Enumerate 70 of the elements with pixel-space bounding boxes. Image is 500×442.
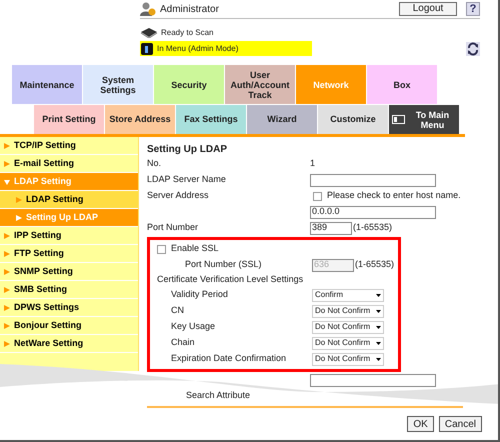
field-value: 1 [310,157,316,170]
field-label: Chain [170,336,196,350]
field-label: CN [170,304,185,318]
caret-right-icon [4,286,10,292]
caret-right-icon [16,214,22,220]
checkbox[interactable] [157,244,166,254]
dropdown[interactable]: Do Not Confirm [312,320,384,334]
logout-button[interactable]: Logout [399,2,457,16]
refresh-icon[interactable] [466,42,480,56]
page-title: Setting Up LDAP [147,143,228,156]
field-label: Server Address [147,189,210,202]
sub-tab[interactable]: Store Address [105,105,175,134]
user-icon [140,2,156,16]
nav-tab[interactable]: System Settings [83,65,153,104]
printer-icon [140,42,154,56]
port-field[interactable]: 389 [310,222,352,234]
field-label: Validity Period [170,288,229,302]
caret-right-icon [4,268,10,274]
caret-down-icon [376,294,381,296]
sidebar-item[interactable]: LDAP Setting [0,191,138,209]
caret-right-icon [4,142,10,148]
nav-tab[interactable]: Maintenance [12,65,82,104]
ok-button[interactable]: OK [407,416,434,432]
window-icon [392,115,405,124]
caret-down-icon [376,310,381,312]
checkbox[interactable] [313,192,322,200]
input-field[interactable] [310,374,436,386]
section-heading: Certificate Verification Level Settings [157,273,304,286]
field-label: Search Attribute [186,389,250,402]
cancel-button[interactable]: Cancel [438,416,482,432]
range-hint: (1-65535) [353,221,392,234]
range-hint: (1-65535) [355,258,394,272]
dropdown[interactable]: Confirm [312,288,384,302]
sub-tab[interactable]: Print Setting [34,105,104,134]
main-menu-button[interactable]: To Main Menu [389,105,459,134]
field-label: Port Number [147,221,200,234]
input-field[interactable] [310,174,436,186]
caret-down-icon [376,326,381,328]
nav-tab[interactable]: Box [367,65,437,104]
caret-down-icon [4,178,10,184]
caret-right-icon [4,160,10,166]
sub-tab[interactable]: Fax Settings [176,105,246,134]
caret-right-icon [4,304,10,310]
input-field[interactable]: 0.0.0.0 [310,206,436,218]
nav-tab[interactable]: Security [154,65,224,104]
dropdown[interactable]: Do Not Confirm [312,352,384,366]
field-label: Key Usage [170,320,216,334]
status-text: Ready to Scan [161,27,214,39]
field-label: Port Number (SSL) [184,258,263,272]
user-name: Administrator [160,2,219,16]
sub-tab[interactable]: Customize [318,105,388,134]
checkbox-label: Please check to enter host name. [327,189,461,202]
nav-tab[interactable]: User Auth/Account Track [225,65,295,104]
caret-down-icon [376,358,381,360]
caret-right-icon [4,322,10,328]
field-label: LDAP Server Name [147,173,227,186]
sub-tab[interactable]: Wizard [247,105,317,134]
caret-right-icon [4,232,10,238]
mode-bar: In Menu (Admin Mode) [140,41,312,56]
scanner-icon [140,28,158,38]
caret-right-icon [4,340,10,346]
help-button[interactable]: ? [466,2,480,16]
field-label: Expiration Date Confirmation [170,352,288,366]
caret-down-icon [376,342,381,344]
caret-right-icon [4,250,10,256]
checkbox-label: Enable SSL [171,242,219,256]
caret-right-icon [16,196,22,202]
field-label: No. [147,157,162,170]
dropdown[interactable]: Do Not Confirm [312,304,384,318]
dropdown[interactable]: Do Not Confirm [312,336,384,350]
